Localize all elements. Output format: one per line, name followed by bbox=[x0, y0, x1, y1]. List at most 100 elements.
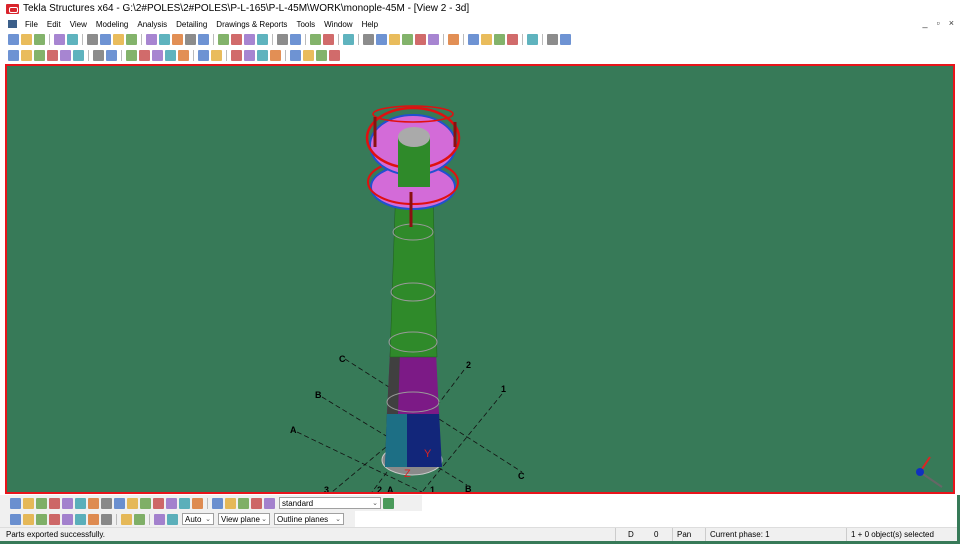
snap-plane-icon[interactable] bbox=[154, 513, 165, 525]
point4-icon[interactable] bbox=[60, 50, 71, 61]
select-part-icon[interactable] bbox=[23, 497, 34, 509]
marker-icon[interactable] bbox=[290, 50, 301, 61]
part3-icon[interactable] bbox=[244, 34, 255, 45]
select-drawing-icon[interactable] bbox=[179, 497, 190, 509]
menu-view[interactable]: View bbox=[70, 20, 87, 29]
new-icon[interactable] bbox=[8, 34, 19, 45]
view2-icon[interactable] bbox=[159, 34, 170, 45]
snap-free-icon[interactable] bbox=[134, 513, 145, 525]
filter-settings-icon[interactable] bbox=[383, 497, 394, 509]
snap-perp-icon[interactable] bbox=[75, 513, 86, 525]
select-down-icon[interactable] bbox=[238, 497, 249, 509]
restore-button[interactable]: ▫ bbox=[937, 18, 940, 28]
menu-help[interactable]: Help bbox=[362, 20, 378, 29]
menu-analysis[interactable]: Analysis bbox=[137, 20, 167, 29]
work-plane-select[interactable]: View plane ⌄ bbox=[218, 513, 270, 525]
select-grid-icon[interactable] bbox=[62, 497, 73, 509]
point2-icon[interactable] bbox=[34, 50, 45, 61]
view1-icon[interactable] bbox=[146, 34, 157, 45]
point1-icon[interactable] bbox=[21, 50, 32, 61]
select-assembly-icon[interactable] bbox=[140, 497, 151, 509]
snap-any-icon[interactable] bbox=[101, 513, 112, 525]
export-icon[interactable] bbox=[113, 34, 124, 45]
component3-icon[interactable] bbox=[494, 34, 505, 45]
point3-icon[interactable] bbox=[47, 50, 58, 61]
selection-filter-select[interactable]: standard ⌄ bbox=[279, 497, 381, 509]
menu-window[interactable]: Window bbox=[324, 20, 352, 29]
part4-icon[interactable] bbox=[257, 34, 268, 45]
copy-obj-icon[interactable] bbox=[329, 50, 340, 61]
menu-drawings-reports[interactable]: Drawings & Reports bbox=[216, 20, 287, 29]
system-menu-icon[interactable] bbox=[8, 20, 17, 28]
pt-icon[interactable] bbox=[93, 50, 104, 61]
minimize-button[interactable]: _ bbox=[923, 18, 928, 28]
grid-line-icon[interactable] bbox=[363, 34, 374, 45]
axis-icon[interactable] bbox=[376, 34, 387, 45]
menu-detailing[interactable]: Detailing bbox=[176, 20, 207, 29]
snap-depth-select[interactable]: Auto ⌄ bbox=[182, 513, 214, 525]
plate-icon[interactable] bbox=[178, 50, 189, 61]
save-icon[interactable] bbox=[34, 34, 45, 45]
snap-center-icon[interactable] bbox=[36, 513, 47, 525]
snap1-icon[interactable] bbox=[277, 34, 288, 45]
select-surface-icon[interactable] bbox=[36, 497, 47, 509]
snap-geom-icon[interactable] bbox=[23, 513, 34, 525]
component2-icon[interactable] bbox=[481, 34, 492, 45]
menu-edit[interactable]: Edit bbox=[47, 20, 61, 29]
monopole-model[interactable] bbox=[365, 105, 461, 476]
print-icon[interactable] bbox=[126, 34, 137, 45]
rotate-icon[interactable] bbox=[389, 34, 400, 45]
bolt-icon[interactable] bbox=[198, 50, 209, 61]
select-welds-icon[interactable] bbox=[88, 497, 99, 509]
open-model-icon[interactable] bbox=[100, 34, 111, 45]
select-bolts-icon[interactable] bbox=[101, 497, 112, 509]
polybeam-icon[interactable] bbox=[152, 50, 163, 61]
model-canvas[interactable]: C B A 2 1 C B 3 2 A 1 Y Z bbox=[7, 66, 953, 492]
component1-icon[interactable] bbox=[468, 34, 479, 45]
select-object-icon[interactable] bbox=[153, 497, 164, 509]
menu-file[interactable]: File bbox=[25, 20, 38, 29]
select-points-icon[interactable] bbox=[75, 497, 86, 509]
snap-ext-icon[interactable] bbox=[88, 513, 99, 525]
outline-planes-select[interactable]: Outline planes ⌄ bbox=[274, 513, 344, 525]
binoculars-icon[interactable] bbox=[231, 50, 242, 61]
grid2-icon[interactable] bbox=[323, 34, 334, 45]
wand-icon[interactable] bbox=[448, 34, 459, 45]
part1-icon[interactable] bbox=[218, 34, 229, 45]
circle-icon[interactable] bbox=[106, 50, 117, 61]
cube-icon[interactable] bbox=[316, 50, 327, 61]
undo-icon[interactable] bbox=[54, 34, 65, 45]
select-cuts-icon[interactable] bbox=[114, 497, 125, 509]
snap-intersect-icon[interactable] bbox=[62, 513, 73, 525]
select-views-icon[interactable] bbox=[127, 497, 138, 509]
curved-beam-icon[interactable] bbox=[165, 50, 176, 61]
beam-icon[interactable] bbox=[139, 50, 150, 61]
snap2-icon[interactable] bbox=[290, 34, 301, 45]
select-up-icon[interactable] bbox=[225, 497, 236, 509]
point5-icon[interactable] bbox=[73, 50, 84, 61]
ruler-icon[interactable] bbox=[303, 50, 314, 61]
help-icon[interactable] bbox=[343, 34, 354, 45]
tekla-icon[interactable] bbox=[527, 34, 538, 45]
select-all-icon[interactable] bbox=[10, 497, 21, 509]
menu-modeling[interactable]: Modeling bbox=[96, 20, 128, 29]
cut-icon[interactable] bbox=[185, 34, 196, 45]
weld2-icon[interactable] bbox=[211, 50, 222, 61]
select-next-icon[interactable] bbox=[264, 497, 275, 509]
select-reinforce-icon[interactable] bbox=[166, 497, 177, 509]
select-filter-icon[interactable] bbox=[192, 497, 203, 509]
snap-mid-icon[interactable] bbox=[49, 513, 60, 525]
arrows-icon[interactable] bbox=[547, 34, 558, 45]
column-icon[interactable] bbox=[126, 50, 137, 61]
measure-icon[interactable] bbox=[402, 34, 413, 45]
select-multi-icon[interactable] bbox=[251, 497, 262, 509]
component4-icon[interactable] bbox=[507, 34, 518, 45]
open-icon[interactable] bbox=[21, 34, 32, 45]
split-icon[interactable] bbox=[257, 50, 268, 61]
menu-tools[interactable]: Tools bbox=[296, 20, 315, 29]
weld-icon[interactable] bbox=[428, 34, 439, 45]
snap-3d-icon[interactable] bbox=[167, 513, 178, 525]
select-assembly-top-icon[interactable] bbox=[212, 497, 223, 509]
snap-ref-icon[interactable] bbox=[10, 513, 21, 525]
3d-view-viewport[interactable]: C B A 2 1 C B 3 2 A 1 Y Z bbox=[5, 64, 955, 494]
